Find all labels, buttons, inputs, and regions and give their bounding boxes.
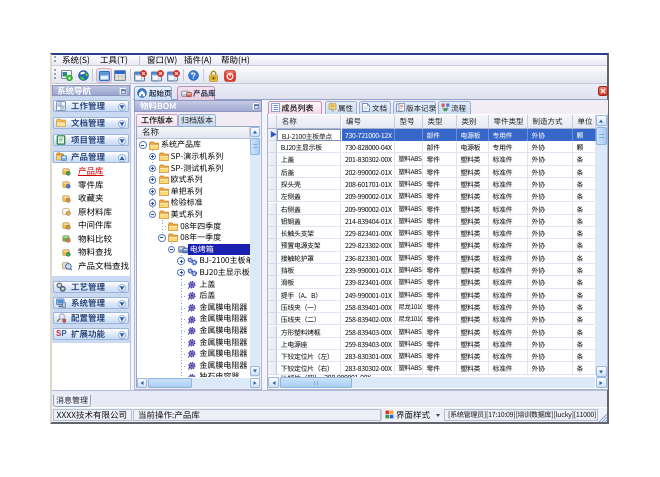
svg-text:?: ? <box>191 71 196 80</box>
